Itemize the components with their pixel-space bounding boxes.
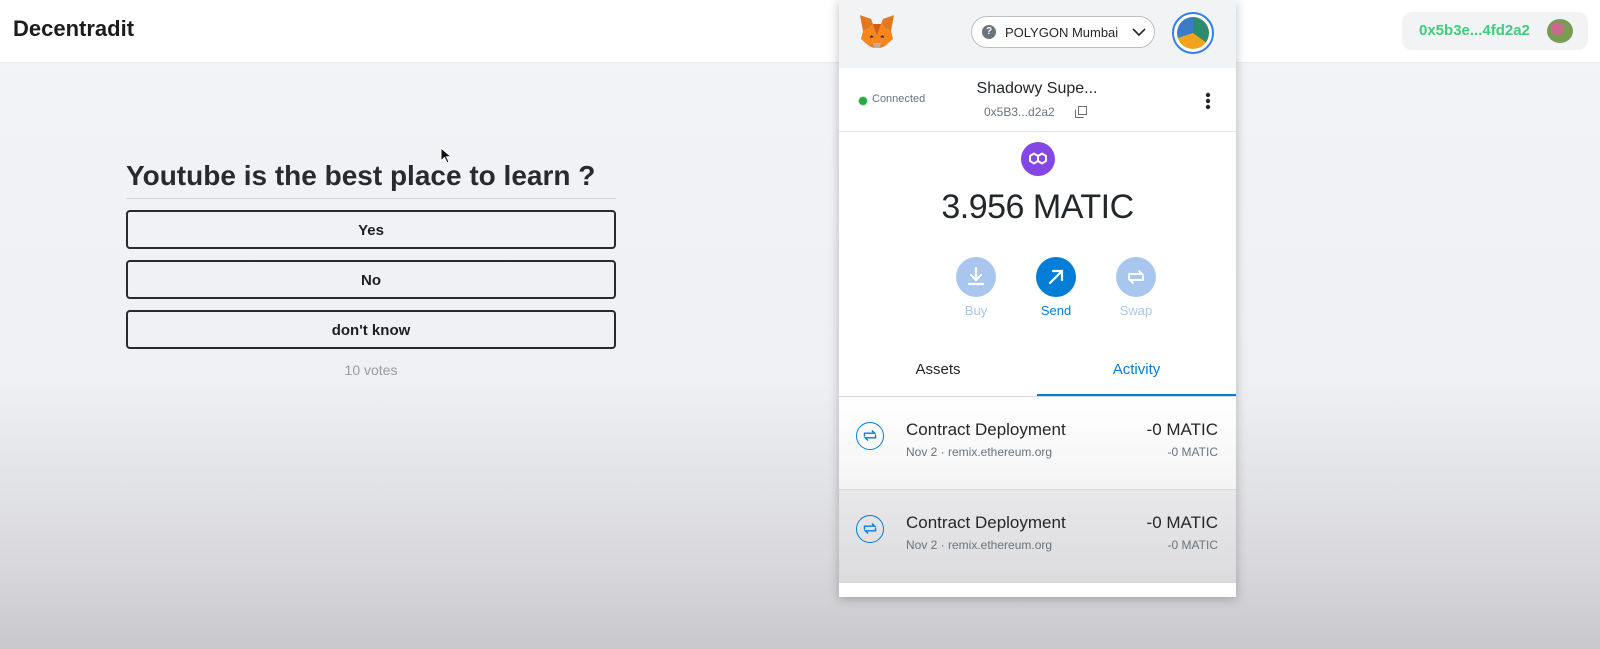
tab-bar: Assets Activity xyxy=(839,343,1236,397)
wallet-address: 0x5b3e...4fd2a2 xyxy=(1419,22,1530,39)
account-address[interactable]: 0x5B3...d2a2 xyxy=(984,105,1055,119)
swap-label: Swap xyxy=(1119,303,1153,318)
poll-option-dont-know[interactable]: don't know xyxy=(126,310,616,349)
buy-label: Buy xyxy=(964,303,988,318)
swap-icon xyxy=(1116,257,1156,297)
connected-status[interactable]: Connected xyxy=(872,93,925,105)
transaction-amount-secondary: -0 MATIC xyxy=(1167,538,1218,552)
activity-list-item[interactable]: Contract Deployment Nov 2 · remix.ethere… xyxy=(839,397,1236,490)
network-selector[interactable]: ? POLYGON Mumbai xyxy=(971,16,1155,48)
kebab-menu-icon[interactable] xyxy=(1205,92,1211,110)
arrow-up-right-icon xyxy=(1036,257,1076,297)
send-button[interactable]: Send xyxy=(1026,257,1086,318)
wallet-account-button[interactable]: 0x5b3e...4fd2a2 xyxy=(1402,12,1588,50)
metamask-popup: ? POLYGON Mumbai Connected Shadowy Supe.… xyxy=(839,0,1236,597)
transaction-title: Contract Deployment xyxy=(906,420,1066,439)
metamask-header: ? POLYGON Mumbai xyxy=(839,0,1236,68)
poll-vote-count: 10 votes xyxy=(344,362,398,378)
buy-button[interactable]: Buy xyxy=(946,257,1006,318)
poll-option-no[interactable]: No xyxy=(126,260,616,299)
account-name[interactable]: Shadowy Supe... xyxy=(967,80,1107,98)
transaction-subtitle: Nov 2 · remix.ethereum.org xyxy=(906,538,1053,552)
tab-activity[interactable]: Activity xyxy=(1037,343,1236,396)
polygon-token-icon xyxy=(1021,142,1055,176)
network-label: POLYGON Mumbai xyxy=(1005,25,1119,40)
download-icon xyxy=(956,257,996,297)
connected-status-dot xyxy=(858,96,868,106)
transaction-title: Contract Deployment xyxy=(906,513,1066,532)
transaction-subtitle: Nov 2 · remix.ethereum.org xyxy=(906,445,1053,459)
app-title[interactable]: Decentradit xyxy=(13,16,134,42)
wallet-avatar xyxy=(1547,19,1573,43)
question-icon: ? xyxy=(982,25,996,39)
tab-assets[interactable]: Assets xyxy=(839,343,1037,396)
app-header: Decentradit 0x5b3e...4fd2a2 xyxy=(0,0,1600,63)
send-label: Send xyxy=(1040,303,1072,318)
transaction-amount: -0 MATIC xyxy=(1146,513,1218,532)
swap-icon xyxy=(856,515,884,543)
chevron-down-icon xyxy=(1132,28,1146,37)
transaction-amount-secondary: -0 MATIC xyxy=(1167,445,1218,459)
swap-icon xyxy=(856,422,884,450)
activity-list-item[interactable]: Contract Deployment Nov 2 · remix.ethere… xyxy=(839,490,1236,583)
metamask-fox-icon[interactable] xyxy=(857,13,897,51)
account-identicon xyxy=(1177,17,1209,49)
balance: 3.956 MATIC xyxy=(941,188,1134,226)
poll-question: Youtube is the best place to learn ? xyxy=(126,150,616,199)
account-menu-button[interactable] xyxy=(1172,12,1214,54)
swap-button[interactable]: Swap xyxy=(1106,257,1166,318)
transaction-amount: -0 MATIC xyxy=(1146,420,1218,439)
poll-card: Youtube is the best place to learn ? Yes… xyxy=(126,150,616,378)
poll-option-yes[interactable]: Yes xyxy=(126,210,616,249)
copy-icon[interactable] xyxy=(1075,106,1087,118)
